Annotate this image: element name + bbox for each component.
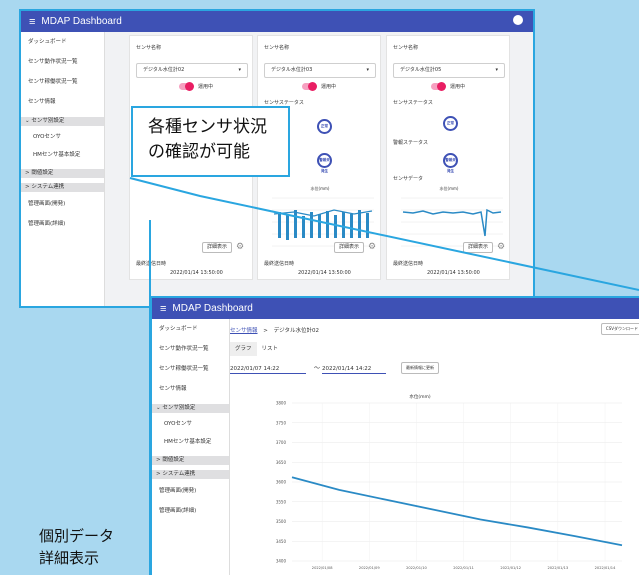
sidebar-item-oyo[interactable]: OYOセンサ [152, 415, 229, 433]
sidebar-group-label: 閾値設定 [162, 457, 185, 463]
tab-graph[interactable]: グラフ [230, 342, 257, 356]
sidebar-group-threshold[interactable]: > 閾値設定 [152, 456, 229, 465]
caption: 個別データ 詳細表示 [39, 525, 114, 569]
breadcrumb-current: デジタル水位計02 [273, 328, 320, 334]
sidebar-item-info[interactable]: センサ情報 [152, 379, 229, 399]
y-tick-label: 3650 [276, 460, 287, 465]
breadcrumb-separator: > [263, 328, 268, 334]
x-tick-label: 2022/01/08 [312, 566, 333, 570]
caption-line: 詳細表示 [39, 549, 100, 567]
breadcrumb: センサ情報 > デジタル水位計02 [230, 326, 319, 334]
sidebar-item-dashboard[interactable]: ダッシュボード [152, 319, 229, 339]
breadcrumb-link[interactable]: センサ情報 [230, 328, 258, 334]
callout-line: の確認が可能 [148, 142, 250, 162]
sidebar: ダッシュボード センサ動作状況一覧 センサ稼働状況一覧 センサ情報 ⌄ センサ別… [152, 319, 230, 575]
sidebar-group-label: センサ別設定 [162, 405, 196, 411]
sidebar-group-sensor-settings[interactable]: ⌄ センサ別設定 [152, 404, 229, 413]
callout-line: 各種センサ状況 [148, 117, 267, 137]
y-tick-label: 3800 [276, 401, 287, 406]
menu-icon[interactable]: ≡ [160, 303, 166, 315]
y-tick-label: 3550 [276, 499, 287, 504]
chart-title: 水位(mm) [409, 393, 431, 400]
y-tick-label: 3400 [276, 559, 287, 564]
sidebar-item-operation[interactable]: センサ動作状況一覧 [152, 339, 229, 359]
sidebar-item-status[interactable]: センサ稼働状況一覧 [152, 359, 229, 379]
sidebar-item-admin-detail[interactable]: 管理画面(詳細) [152, 501, 229, 521]
water-level-chart: 水位(mm) 3400 3450 3500 3550 3600 3650 3700 3750 3… [276, 393, 623, 570]
tab-list[interactable]: リスト [257, 342, 284, 356]
refresh-button[interactable]: 最新情報に更新 [401, 362, 439, 374]
x-tick-label: 2022/01/14 [595, 566, 616, 570]
date-to-field[interactable]: 2022/01/14 14:22 [322, 364, 386, 374]
y-tick-label: 3500 [276, 519, 287, 524]
caption-line: 個別データ [39, 527, 115, 545]
y-tick-label: 3750 [276, 420, 287, 425]
x-tick-label: 2022/01/13 [547, 566, 568, 570]
date-from-field[interactable]: 2022/01/07 14:22 [230, 364, 306, 374]
detail-main: センサ情報 > デジタル水位計02 CSVダウンロード グラフ リスト 2022… [230, 319, 639, 575]
sidebar-item-hm[interactable]: HMセンサ基本設定 [152, 433, 229, 451]
series-line [291, 476, 623, 547]
csv-download-button[interactable]: CSVダウンロード [600, 323, 639, 335]
x-tick-label: 2022/01/10 [406, 566, 427, 570]
app-bar: ≡ MDAP Dashboard [152, 298, 639, 319]
x-tick-label: 2022/01/11 [453, 566, 474, 570]
detail-window: ≡ MDAP Dashboard ダッシュボード センサ動作状況一覧 センサ稼働… [150, 296, 639, 575]
sidebar-group-system[interactable]: > システム連携 [152, 470, 229, 479]
sidebar-group-label: システム連携 [162, 471, 196, 477]
feature-callout: 各種センサ状況 の確認が可能 [131, 106, 290, 177]
date-range-separator: 〜 [314, 365, 321, 372]
x-tick-label: 2022/01/12 [500, 566, 521, 570]
y-tick-label: 3450 [276, 539, 287, 544]
y-tick-label: 3600 [276, 480, 287, 485]
view-tabs: グラフ リスト [230, 342, 283, 356]
y-tick-label: 3700 [276, 440, 287, 445]
x-tick-label: 2022/01/09 [359, 566, 380, 570]
sidebar-item-admin-dev[interactable]: 管理画面(開発) [152, 481, 229, 501]
app-title: MDAP Dashboard [172, 303, 253, 314]
